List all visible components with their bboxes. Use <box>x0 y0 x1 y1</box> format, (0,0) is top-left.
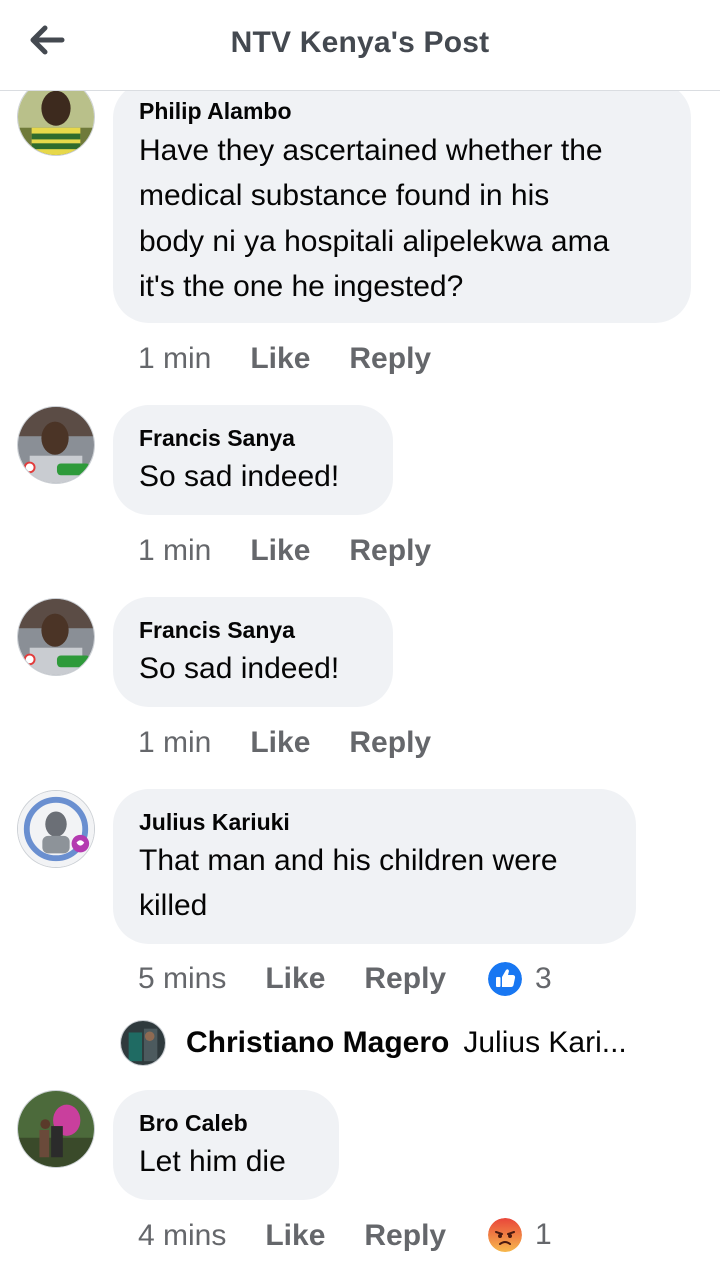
reply-button[interactable]: Reply <box>349 342 431 376</box>
comment-time: 1 min <box>138 534 212 567</box>
page-title: NTV Kenya's Post <box>230 26 490 59</box>
profile-photo-icon <box>18 791 94 867</box>
avatar[interactable] <box>17 1090 95 1168</box>
comment-text-line: So sad indeed! <box>139 652 340 685</box>
comment-text-line: Let him die <box>139 1145 286 1178</box>
avatar[interactable] <box>17 406 95 484</box>
comment-bubble[interactable]: Francis Sanya So sad indeed! <box>113 597 393 707</box>
comment-bubble[interactable]: Francis Sanya So sad indeed! <box>113 405 393 515</box>
avatar[interactable] <box>17 598 95 676</box>
comment-bubble[interactable]: Bro Caleb Let him die <box>113 1090 339 1200</box>
reply-button[interactable]: Reply <box>364 962 446 996</box>
comment-actions: 1 min Like Reply <box>138 723 431 763</box>
comment-time: 1 min <box>138 342 212 375</box>
angry-reaction-icon <box>488 1218 522 1252</box>
comment-actions: 5 mins Like Reply <box>138 959 446 999</box>
comment-author[interactable]: Philip Alambo <box>139 98 292 125</box>
reaction-count: 3 <box>535 962 552 995</box>
reply-author[interactable]: Christiano Magero <box>186 1026 449 1060</box>
like-button[interactable]: Like <box>265 1219 325 1253</box>
comment-text-line: So sad indeed! <box>139 460 340 493</box>
like-button[interactable]: Like <box>250 342 310 376</box>
comment-actions: 4 mins Like Reply <box>138 1216 446 1256</box>
avatar[interactable] <box>17 790 95 868</box>
like-reaction-icon <box>488 962 522 996</box>
comment-text-line: Have they ascertained whether the <box>139 134 603 167</box>
top-bar: NTV Kenya's Post <box>0 0 720 91</box>
reaction-summary[interactable]: 3 <box>488 962 552 996</box>
profile-photo-icon <box>18 599 94 675</box>
comment-author[interactable]: Julius Kariuki <box>139 809 290 836</box>
reply-preview[interactable]: Christiano Magero Julius Kari... <box>120 1020 627 1066</box>
comment-text-line: body ni ya hospitali alipelekwa ama <box>139 225 610 258</box>
reply-button[interactable]: Reply <box>349 726 431 760</box>
comment-time: 1 min <box>138 726 212 759</box>
comment-author[interactable]: Bro Caleb <box>139 1110 248 1137</box>
profile-photo-icon <box>18 407 94 483</box>
profile-photo-icon <box>18 1091 94 1167</box>
comment-text-line: medical substance found in his <box>139 179 550 212</box>
comment-author[interactable]: Francis Sanya <box>139 425 295 452</box>
reply-button[interactable]: Reply <box>349 534 431 568</box>
profile-photo-icon <box>121 1021 165 1065</box>
comment-actions: 1 min Like Reply <box>138 531 431 571</box>
comment-time: 4 mins <box>138 1219 227 1252</box>
comment-text-line: it's the one he ingested? <box>139 270 464 303</box>
reply-preview-text: Julius Kari... <box>463 1026 627 1059</box>
comment-text-line: That man and his children were <box>139 844 558 877</box>
comment-author[interactable]: Francis Sanya <box>139 617 295 644</box>
comment-bubble[interactable]: Julius Kariuki That man and his children… <box>113 789 636 944</box>
comment-time: 5 mins <box>138 962 227 995</box>
reply-avatar[interactable] <box>120 1020 166 1066</box>
comment-actions: 1 min Like Reply <box>138 339 431 379</box>
comment-bubble[interactable]: Philip Alambo Have they ascertained whet… <box>113 82 691 323</box>
like-button[interactable]: Like <box>250 534 310 568</box>
comment-text-line: killed <box>139 889 208 922</box>
reply-button[interactable]: Reply <box>364 1219 446 1253</box>
reaction-count: 1 <box>535 1218 552 1251</box>
reaction-summary[interactable]: 1 <box>488 1218 552 1252</box>
like-button[interactable]: Like <box>250 726 310 760</box>
like-button[interactable]: Like <box>265 962 325 996</box>
